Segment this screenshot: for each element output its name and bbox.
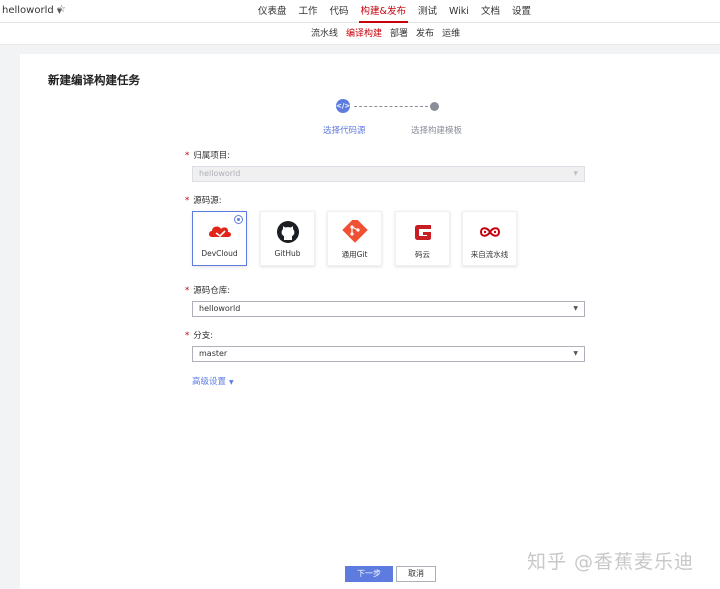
github-icon <box>276 221 299 243</box>
step-2-label: 选择构建模板 <box>411 126 463 136</box>
repo-field-label: * 源码仓库: <box>185 286 231 296</box>
project-name: helloworld <box>2 5 54 16</box>
nav-wiki[interactable]: Wiki <box>443 0 475 23</box>
pipeline-icon <box>479 227 500 237</box>
source-devcloud[interactable]: DevCloud <box>192 211 247 266</box>
nav-test[interactable]: 测试 <box>412 0 443 23</box>
project-switcher[interactable]: helloworld ▼ <box>2 5 62 16</box>
step-1-label: 选择代码源 <box>323 126 366 136</box>
next-button[interactable]: 下一步 <box>345 566 393 582</box>
radio-selected-icon <box>234 215 243 224</box>
source-label: 码云 <box>415 250 430 259</box>
project-select-value: helloworld <box>199 169 241 178</box>
caret-down-icon: ▼ <box>573 350 578 357</box>
chevron-down-icon: ▼ <box>229 379 234 386</box>
project-select: helloworld ▼ <box>192 166 585 182</box>
advanced-settings-toggle[interactable]: 高级设置 ▼ <box>192 375 234 387</box>
nav-build-release[interactable]: 构建&发布 <box>355 0 412 23</box>
branch-select[interactable]: master ▼ <box>192 346 585 362</box>
required-mark: * <box>185 331 190 341</box>
required-mark: * <box>185 286 190 296</box>
source-label: DevCloud <box>201 249 238 258</box>
subnav-deploy[interactable]: 部署 <box>386 23 412 45</box>
subnav-ops[interactable]: 运维 <box>438 23 464 45</box>
source-label: GitHub <box>274 249 301 258</box>
caret-down-icon: ▼ <box>573 170 578 177</box>
step-connector <box>354 106 428 107</box>
cancel-button[interactable]: 取消 <box>396 566 436 582</box>
nav-docs[interactable]: 文档 <box>475 0 506 23</box>
branch-field-label: * 分支: <box>185 331 214 341</box>
source-github[interactable]: GitHub <box>260 211 315 266</box>
subnav-pipeline[interactable]: 流水线 <box>307 23 342 45</box>
gitee-icon <box>414 225 431 240</box>
source-field-label: * 源码源: <box>185 196 222 206</box>
devcloud-icon <box>208 226 231 238</box>
nav-code[interactable]: 代码 <box>324 0 355 23</box>
required-mark: * <box>185 151 190 161</box>
nav-dashboard[interactable]: 仪表盘 <box>252 0 293 23</box>
star-icon[interactable]: ☆ <box>57 4 66 15</box>
sub-nav: 流水线 编译构建 部署 发布 运维 <box>307 23 464 45</box>
top-bar: helloworld ▼ ☆ 仪表盘 工作 代码 构建&发布 测试 Wiki 文… <box>0 0 720 23</box>
watermark-text: 知乎 @香蕉麦乐迪 <box>527 551 695 573</box>
nav-work[interactable]: 工作 <box>293 0 324 23</box>
page-title: 新建编译构建任务 <box>48 73 140 87</box>
repo-select-value: helloworld <box>199 304 241 313</box>
step-1-code-icon: </> <box>336 99 350 113</box>
subnav-release[interactable]: 发布 <box>412 23 438 45</box>
source-pipeline[interactable]: 来自流水线 <box>462 211 517 266</box>
project-field-label: * 归属项目: <box>185 151 231 161</box>
source-gitee[interactable]: 码云 <box>395 211 450 266</box>
content-card: 新建编译构建任务 </> 选择代码源 选择构建模板 * 归属项目: hellowo… <box>20 54 720 589</box>
branch-select-value: master <box>199 349 228 358</box>
required-mark: * <box>185 196 190 206</box>
caret-down-icon: ▼ <box>573 305 578 312</box>
subnav-build[interactable]: 编译构建 <box>342 23 386 45</box>
git-icon <box>341 220 368 243</box>
source-git[interactable]: 通用Git <box>327 211 382 266</box>
sub-bar: 流水线 编译构建 部署 发布 运维 <box>0 23 720 45</box>
source-label: 来自流水线 <box>470 250 509 259</box>
nav-settings[interactable]: 设置 <box>506 0 537 23</box>
step-2-dot <box>430 102 439 111</box>
source-label: 通用Git <box>341 250 368 259</box>
repo-select[interactable]: helloworld ▼ <box>192 301 585 317</box>
main-nav: 仪表盘 工作 代码 构建&发布 测试 Wiki 文档 设置 <box>252 0 537 23</box>
